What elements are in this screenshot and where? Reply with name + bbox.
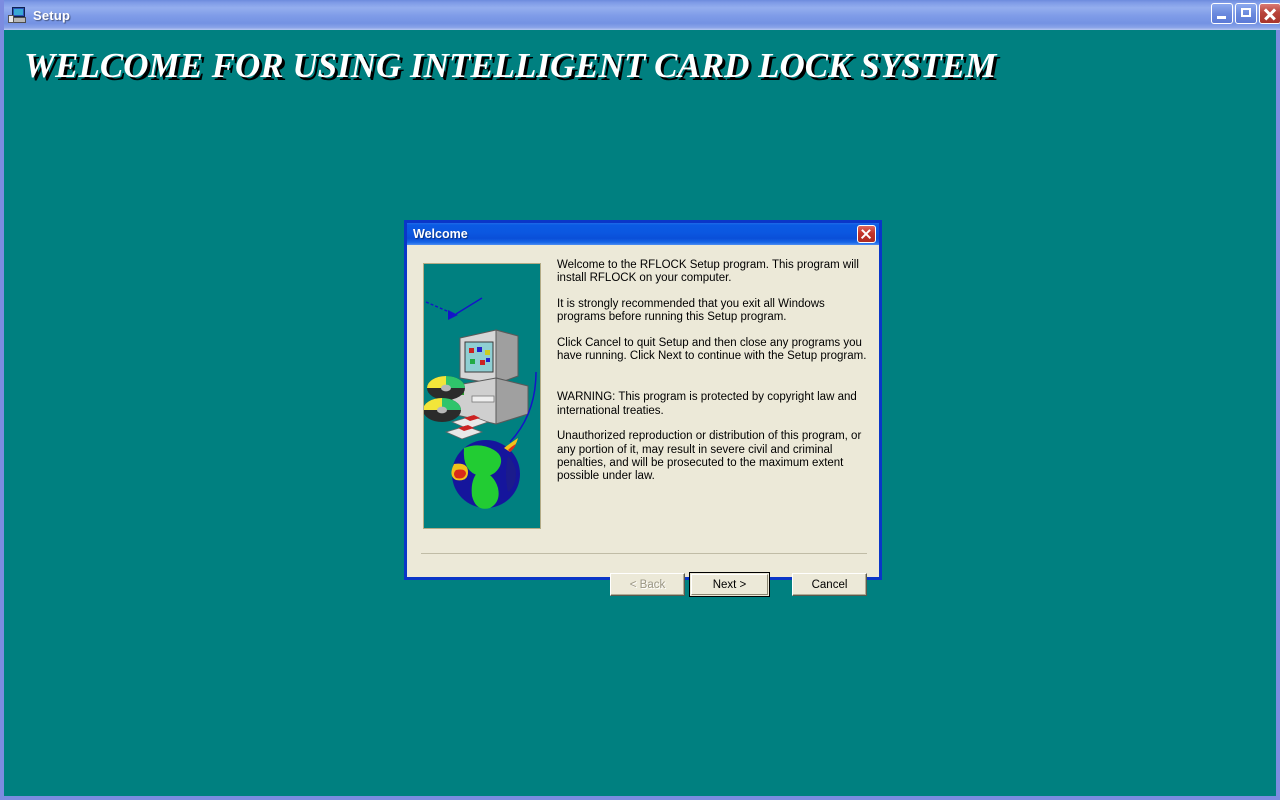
paragraph-intro: Welcome to the RFLOCK Setup program. Thi… [557,259,859,285]
main-window-titlebar[interactable]: Setup [4,0,1280,30]
main-window-title: Setup [33,7,71,23]
computer-monitor-icon [459,329,519,385]
paragraph-warning: WARNING: This program is protected by co… [557,391,857,417]
minimize-icon [1217,16,1226,19]
dialog-text-column: Welcome to the RFLOCK Setup program. Thi… [557,259,875,496]
close-button[interactable] [1259,3,1280,24]
paragraph-instructions: Click Cancel to quit Setup and then clos… [557,336,867,363]
next-button[interactable]: Next > [689,572,770,597]
setup-illustration [423,263,541,529]
back-button[interactable]: < Back [610,573,685,596]
dialog-title: Welcome [413,227,468,241]
dialog-close-button[interactable] [857,225,876,243]
dialog-button-row: < Back Next > Cancel [610,572,867,597]
footer-separator [421,553,867,554]
next-button-label: Next > [691,574,768,595]
setup-illustration-graphic [424,264,540,528]
welcome-banner-heading: WELCOME FOR USING INTELLIGENT CARD LOCK … [24,46,997,85]
main-window-controls [1211,3,1280,24]
paragraph-recommendation: It is strongly recommended that you exit… [557,297,825,324]
cancel-button[interactable]: Cancel [792,573,867,596]
dialog-body: Welcome to the RFLOCK Setup program. Thi… [407,245,879,597]
setup-computer-icon [8,5,28,25]
maximize-icon [1241,8,1251,17]
maximize-button[interactable] [1235,3,1257,24]
paragraph-legal: Unauthorized reproduction or distributio… [557,430,862,483]
setup-application-window: Setup WELCOME FOR USING INTELLIGENT CARD… [0,0,1280,800]
dialog-titlebar[interactable]: Welcome [407,223,879,245]
welcome-dialog: Welcome Welcome to the RFLOCK Setup prog… [404,220,882,597]
minimize-button[interactable] [1211,3,1233,24]
